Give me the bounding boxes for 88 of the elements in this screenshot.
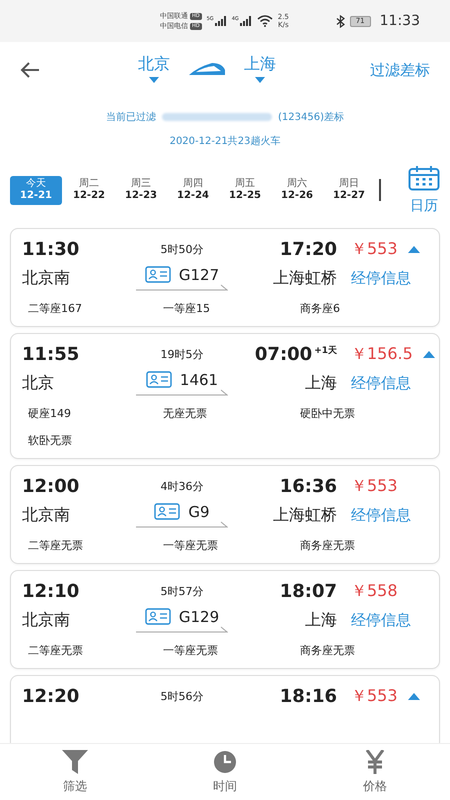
filter-note: (123456)差标 <box>278 110 344 124</box>
train-number: 1461 <box>180 370 218 388</box>
seat-availability: 商务座无票 <box>300 643 356 658</box>
filter-link[interactable]: 过滤差标 <box>370 60 430 80</box>
caret-icon[interactable] <box>422 350 435 358</box>
date-tab[interactable]: 周二 12-22 <box>63 176 115 204</box>
seat-availability: 二等座无票 <box>28 643 84 658</box>
caret-icon[interactable] <box>408 246 420 252</box>
yen-icon <box>365 750 385 774</box>
train-count: 2020-12-21共23趟火车 <box>168 134 282 148</box>
price: ￥156.5 <box>351 344 413 364</box>
duration: 5时57分 <box>160 584 204 598</box>
price: ￥553 <box>351 476 398 496</box>
departure-time: 12:10 <box>22 580 80 602</box>
date-tab[interactable]: 周四 12-24 <box>167 176 219 204</box>
next-day-mark: +1天 <box>314 344 337 356</box>
date-tab[interactable]: 周五 12-25 <box>219 176 271 204</box>
stops-link[interactable]: 经停信息 <box>337 268 427 288</box>
arrival-station: 上海 <box>304 610 337 630</box>
filter-icon <box>62 750 88 774</box>
arrival-time: 17:20 <box>280 238 337 260</box>
nav-tab[interactable]: 价格 <box>300 744 450 800</box>
seat-availability: 二等座无票 <box>28 538 84 553</box>
nav-tab[interactable]: 时间 <box>150 744 300 800</box>
date-tab[interactable]: 周三 12-23 <box>115 176 167 204</box>
bluetooth-icon <box>336 14 345 28</box>
price: ￥553 <box>351 686 398 706</box>
departure-station: 北京南 <box>22 268 71 288</box>
seat-availability: 软卧无票 <box>28 433 73 448</box>
seat-availability: 二等座167 <box>28 301 83 316</box>
arrival-time: 07:00 <box>254 344 312 364</box>
stops-link[interactable]: 经停信息 <box>337 610 427 630</box>
arrival-time: 18:16 <box>280 686 337 706</box>
to-city-selector[interactable]: 上海 <box>244 54 276 83</box>
seat-availability: 硬卧中无票 <box>300 406 356 421</box>
filter-note: 当前已过滤 <box>106 110 156 124</box>
departure-station: 北京南 <box>22 610 71 630</box>
id-card-icon <box>154 503 180 520</box>
date-tab[interactable]: 周六 12-26 <box>271 176 323 204</box>
duration: 4时36分 <box>160 478 204 494</box>
calendar-button[interactable]: 日历 <box>408 165 440 215</box>
departure-time: 11:55 <box>22 344 80 364</box>
seat-availability: 一等座无票 <box>163 643 219 658</box>
arrival-station: 上海 <box>304 372 337 394</box>
train-icon <box>188 62 226 76</box>
id-card-icon <box>144 608 171 625</box>
departure-station: 北京南 <box>22 504 71 526</box>
date-tab[interactable]: 今天 12-21 <box>10 176 62 204</box>
nav-tab[interactable]: 筛选 <box>0 744 150 800</box>
seat-availability: 无座无票 <box>163 406 208 421</box>
seat-availability: 硬座149 <box>28 406 72 421</box>
train-number: G9 <box>188 502 210 520</box>
seat-availability: 一等座15 <box>163 301 211 316</box>
seat-availability: 一等座无票 <box>163 538 219 553</box>
departure-time: 11:30 <box>22 238 80 260</box>
back-icon[interactable] <box>20 62 40 78</box>
price: ￥558 <box>351 580 398 602</box>
seat-availability: 商务座6 <box>300 301 341 316</box>
stops-link[interactable]: 经停信息 <box>337 374 427 392</box>
train-card[interactable]: 11:30 5时50分 17:20 ￥553 北京南 G127 上海虹桥 经停信息 二等座167 一等座15 商务座6 <box>10 228 440 327</box>
stops-link[interactable]: 经停信息 <box>337 506 427 524</box>
duration: 19时5分 <box>160 346 204 362</box>
signal-icon <box>214 16 227 26</box>
duration: 5时50分 <box>160 242 204 256</box>
duration: 5时56分 <box>160 688 204 704</box>
caret-icon[interactable] <box>408 692 420 700</box>
id-card-icon <box>146 371 172 388</box>
departure-station: 北京 <box>22 372 55 394</box>
arrival-station: 上海虹桥 <box>272 268 337 288</box>
arrival-time: 16:36 <box>280 476 337 496</box>
id-card-icon <box>144 266 171 283</box>
departure-time: 12:20 <box>22 686 80 706</box>
train-card[interactable]: 12:00 4时36分 16:36 ￥553 北京南 G9 上海虹桥 经停信息 二等座无票 一等座无票 商务座无票 <box>10 465 440 564</box>
clock-icon <box>213 750 237 774</box>
calendar-icon <box>408 165 440 191</box>
train-number: G129 <box>178 608 220 626</box>
train-card[interactable]: 12:10 5时57分 18:07 ￥558 北京南 G129 上海 经停信息 二等座无票 一等座无票 商务座无票 <box>10 570 440 669</box>
wifi-icon <box>256 15 273 27</box>
seat-availability: 商务座无票 <box>300 538 356 553</box>
signal-icon <box>240 16 252 26</box>
price: ￥553 <box>351 238 398 260</box>
status-time: 11:33 <box>380 13 420 29</box>
arrival-time: 18:07 <box>280 580 337 602</box>
departure-time: 12:00 <box>22 476 80 496</box>
train-number: G127 <box>178 266 220 284</box>
date-tab[interactable]: 周日 12-27 <box>323 176 375 204</box>
arrival-station: 上海虹桥 <box>272 504 337 526</box>
from-city-selector[interactable]: 北京 <box>138 54 170 83</box>
